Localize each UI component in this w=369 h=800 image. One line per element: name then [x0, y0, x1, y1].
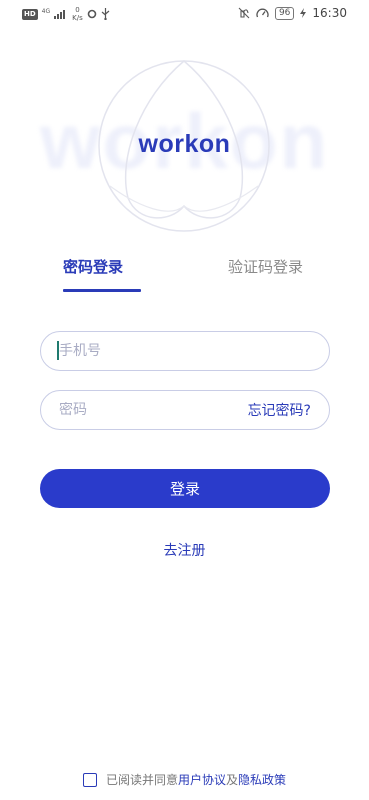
network-speed: 0 K/s [72, 6, 83, 22]
forgot-password-link[interactable]: 忘记密码? [248, 400, 311, 420]
status-bar: HD 4G 0 K/s 96 16:30 [0, 0, 369, 26]
login-button[interactable]: 登录 [40, 469, 330, 508]
agreement-checkbox[interactable] [82, 772, 97, 787]
network-type: 4G [41, 7, 51, 15]
logo-text: workon [138, 130, 231, 158]
agreement-and: 及 [226, 773, 239, 787]
speed-icon [256, 8, 269, 18]
password-input[interactable] [59, 402, 248, 418]
battery-icon: 96 [274, 6, 295, 20]
logo-area: workon workon [0, 58, 369, 238]
phone-input[interactable] [59, 343, 311, 359]
password-field[interactable]: 忘记密码? [40, 390, 330, 430]
login-tabs: 密码登录 验证码登录 [0, 256, 369, 296]
circle-icon [87, 9, 97, 19]
clock: 16:30 [312, 6, 347, 20]
hd-icon: HD [22, 8, 38, 20]
usb-icon [101, 8, 110, 20]
status-bar-left: HD 4G 0 K/s [22, 6, 110, 22]
phone-field[interactable] [40, 331, 330, 371]
privacy-policy-link[interactable]: 隐私政策 [238, 771, 286, 788]
agreement-prefix: 已阅读并同意 [105, 773, 178, 787]
agreement-row: 已阅读并同意 用户协议 及 隐私政策 [0, 771, 369, 788]
active-tab-indicator [63, 289, 141, 292]
mute-icon [238, 7, 250, 19]
speed-unit: K/s [72, 14, 83, 22]
register-link[interactable]: 去注册 [0, 540, 369, 560]
status-bar-right: 96 16:30 [238, 6, 347, 20]
text-cursor [57, 341, 59, 360]
user-agreement-link[interactable]: 用户协议 [178, 771, 226, 788]
charging-icon [300, 8, 307, 18]
tab-password-login[interactable]: 密码登录 [63, 256, 123, 277]
speed-value: 0 [75, 6, 80, 14]
signal-icon [54, 10, 66, 19]
tab-code-login[interactable]: 验证码登录 [228, 256, 303, 277]
